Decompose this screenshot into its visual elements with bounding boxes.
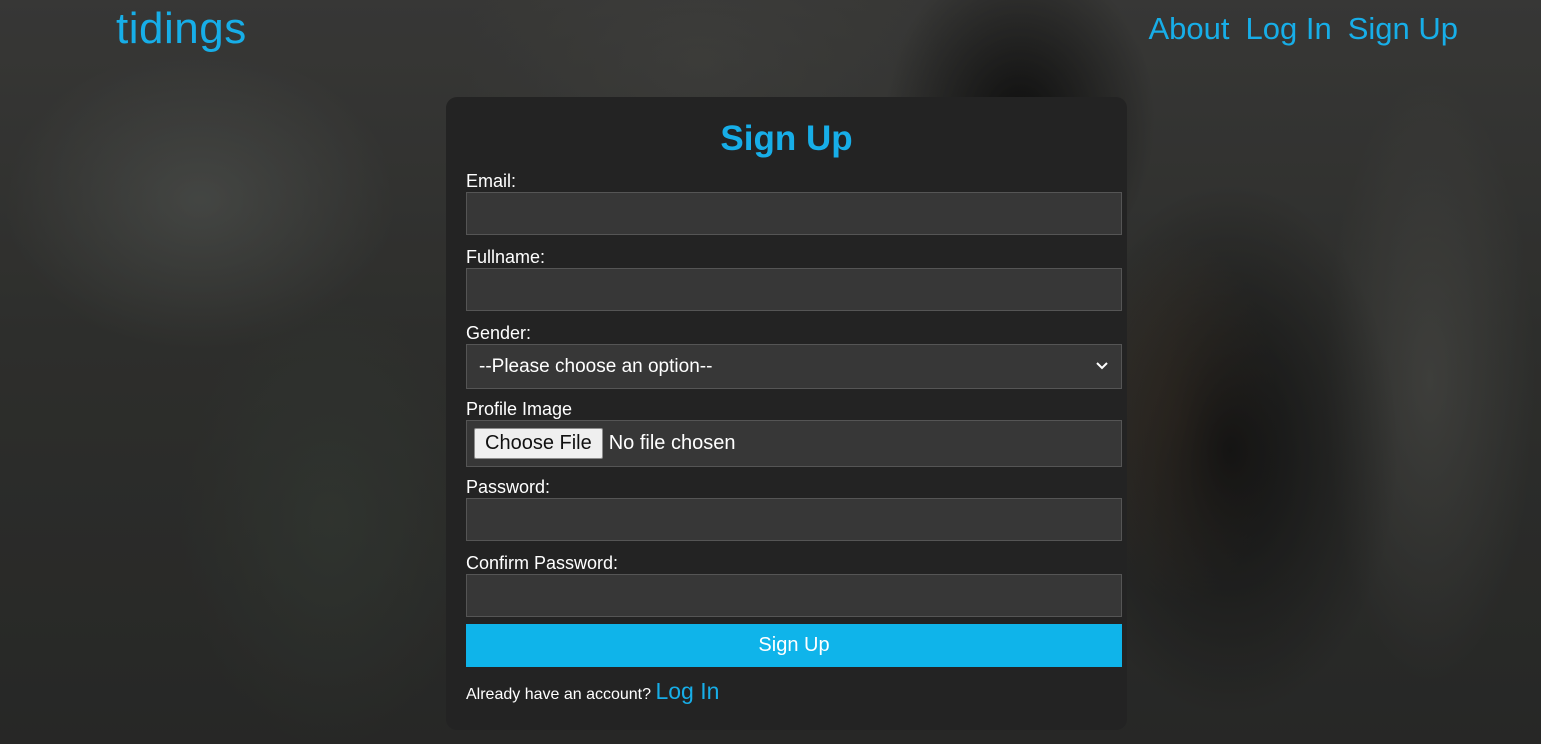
email-field[interactable] xyxy=(466,192,1122,235)
profile-image-input[interactable]: Choose File No file chosen xyxy=(466,420,1122,467)
login-prompt-text: Already have an account? xyxy=(466,686,652,703)
nav-about[interactable]: About xyxy=(1148,11,1229,47)
profile-image-label: Profile Image xyxy=(466,399,573,419)
signup-submit-button[interactable]: Sign Up xyxy=(466,624,1122,667)
fullname-field[interactable] xyxy=(466,268,1122,311)
login-link[interactable]: Log In xyxy=(655,678,719,704)
nav-login[interactable]: Log In xyxy=(1246,11,1332,47)
brand-logo[interactable]: tidings xyxy=(116,4,247,54)
top-nav: About Log In Sign Up xyxy=(1148,11,1458,47)
chevron-down-icon xyxy=(1095,358,1109,376)
gender-selected-value: --Please choose an option-- xyxy=(479,355,713,377)
login-prompt: Already have an account? Log In xyxy=(466,678,1122,705)
gender-select[interactable]: --Please choose an option-- xyxy=(466,344,1122,389)
file-status: No file chosen xyxy=(608,432,736,454)
nav-signup[interactable]: Sign Up xyxy=(1348,11,1458,47)
email-label: Email: xyxy=(466,171,517,191)
signup-card: Sign Up Email: Fullname: Gender: --Pleas… xyxy=(446,97,1127,730)
password-label: Password: xyxy=(466,477,551,497)
choose-file-button[interactable]: Choose File xyxy=(474,428,603,459)
confirm-password-label: Confirm Password: xyxy=(466,553,619,573)
page-title: Sign Up xyxy=(720,119,853,158)
fullname-label: Fullname: xyxy=(466,247,546,267)
password-field[interactable] xyxy=(466,498,1122,541)
confirm-password-field[interactable] xyxy=(466,574,1122,617)
gender-label: Gender: xyxy=(466,323,532,343)
signup-form: Email: Fullname: Gender: --Please choose… xyxy=(466,170,1122,705)
